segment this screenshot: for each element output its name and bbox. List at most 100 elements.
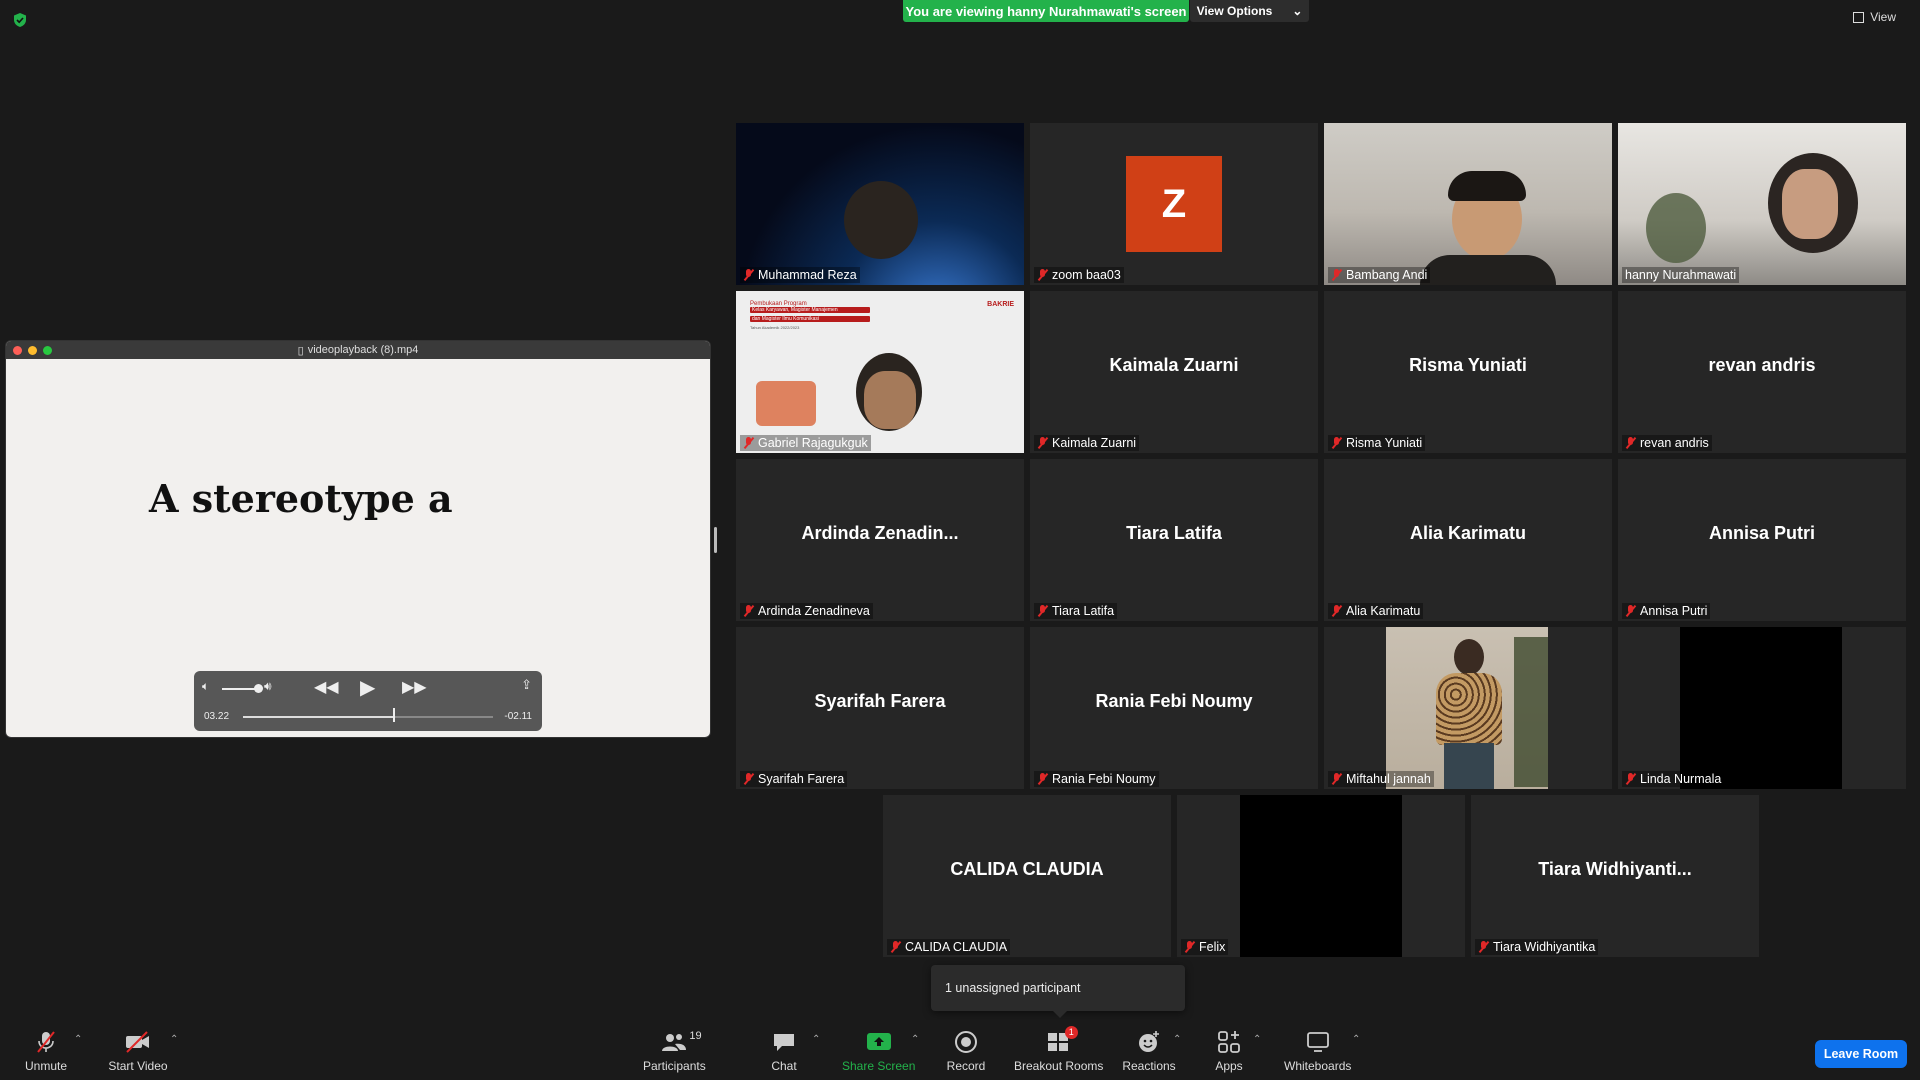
participant-name-label: Linda Nurmala [1622,771,1725,787]
start-video-button[interactable]: Start Video [108,1030,168,1073]
participants-count: 19 [689,1030,702,1042]
zoom-window-icon[interactable] [43,346,52,355]
whiteboards-options-caret-icon[interactable]: ⌃ [1352,1034,1360,1045]
apps-options-caret-icon[interactable]: ⌃ [1253,1034,1261,1045]
participant-tile[interactable]: Tiara Latifa Tiara Latifa [1030,459,1318,621]
record-icon [954,1030,978,1054]
participant-tile-active-speaker[interactable]: hanny Nurahmawati [1618,123,1906,285]
participant-tile[interactable]: Alia Karimatu Alia Karimatu [1324,459,1612,621]
participant-tile[interactable]: Felix [1177,795,1465,957]
player-titlebar[interactable]: ▯ videoplayback (8).mp4 [6,341,710,359]
unmute-label: Unmute [24,1059,68,1073]
minimize-window-icon[interactable] [28,346,37,355]
shared-video-player[interactable]: ▯ videoplayback (8).mp4 A stereotype a 🔈… [6,341,710,737]
apps-label: Apps [1215,1059,1243,1073]
close-window-icon[interactable] [13,346,22,355]
muted-mic-icon [1037,605,1048,617]
volume-knob[interactable] [254,684,263,693]
participant-tile[interactable]: revan andris revan andris [1618,291,1906,453]
view-layout-button[interactable]: View [1853,10,1896,24]
play-icon[interactable]: ▶ [360,675,375,700]
view-options-label: View Options [1196,4,1273,18]
participant-display-name: Annisa Putri [1708,523,1815,543]
video-options-caret-icon[interactable]: ⌃ [170,1034,178,1045]
participant-name-label: Tiara Latifa [1034,603,1118,619]
participant-display-name: Syarifah Farera [814,691,946,711]
grid-layout-icon [1853,11,1865,23]
participant-tile[interactable]: Linda Nurmala [1618,627,1906,789]
whiteboards-button[interactable]: Whiteboards [1284,1030,1351,1073]
participant-tile[interactable]: Bambang Andi [1324,123,1612,285]
panel-resize-handle[interactable] [714,527,717,553]
participant-tile[interactable]: Annisa Putri Annisa Putri [1618,459,1906,621]
start-video-label: Start Video [108,1059,168,1073]
leave-room-button[interactable]: Leave Room [1815,1040,1907,1068]
virtual-background-slide: Pembukaan Program Kelas Karyawan, Magist… [750,301,870,330]
viewing-screen-banner: You are viewing hanny Nurahmawati's scre… [903,0,1189,22]
share-screen-button[interactable]: Share Screen [842,1030,915,1073]
fast-forward-icon[interactable]: ▶▶ [402,677,427,697]
participant-tile[interactable]: CALIDA CLAUDIA CALIDA CLAUDIA [883,795,1171,957]
participant-tile[interactable]: Pembukaan Program Kelas Karyawan, Magist… [736,291,1024,453]
participant-display-name: Alia Karimatu [1409,523,1527,543]
unassigned-participant-tooltip[interactable]: 1 unassigned participant [931,965,1185,1018]
progress-playhead[interactable] [393,708,395,722]
participant-display-name: CALIDA CLAUDIA [950,859,1104,879]
unmute-button[interactable]: Unmute [16,1030,76,1073]
breakout-rooms-label: Breakout Rooms [1014,1059,1104,1073]
unassigned-participant-text: 1 unassigned participant [945,981,1081,995]
participant-figure [1454,639,1484,675]
reactions-smiley-icon [1137,1030,1161,1054]
reactions-button[interactable]: Reactions [1119,1030,1179,1073]
record-button[interactable]: Record [936,1030,996,1073]
volume-slider[interactable] [222,688,258,690]
share-options-caret-icon[interactable]: ⌃ [911,1034,919,1045]
participant-face [1782,169,1838,239]
participant-tile[interactable]: Syarifah Farera Syarifah Farera [736,627,1024,789]
participant-tile[interactable]: Kaimala Zuarni Kaimala Zuarni [1030,291,1318,453]
participant-tile[interactable]: Risma Yuniati Risma Yuniati [1324,291,1612,453]
participant-tile[interactable]: Ardinda Zenadin... Ardinda Zenadineva [736,459,1024,621]
muted-mic-icon [890,941,901,953]
progress-fill [243,716,393,718]
muted-mic-icon [1184,941,1195,953]
apps-button[interactable]: Apps [1199,1030,1259,1073]
breakout-rooms-badge: 1 [1064,1026,1078,1039]
participant-video [1680,627,1842,789]
participant-tile[interactable]: Tiara Widhiyanti... Tiara Widhiyantika [1471,795,1759,957]
participant-name-label: Felix [1181,939,1229,955]
volume-low-icon[interactable]: 🔈︎ [202,679,209,694]
volume-high-icon[interactable]: 🔊︎ [264,679,272,694]
muted-mic-icon [743,605,754,617]
muted-mic-icon [1331,605,1342,617]
bakrie-logo: BAKRIE [987,301,1014,308]
participant-name-label: zoom baa03 [1034,267,1124,283]
chat-button[interactable]: Chat [754,1030,814,1073]
breakout-rooms-button[interactable]: 1 Breakout Rooms [1014,1026,1104,1073]
participants-button[interactable]: 19 Participants [643,1030,706,1073]
audio-options-caret-icon[interactable]: ⌃ [74,1034,82,1045]
participant-figure [844,181,918,259]
participant-tile[interactable]: Miftahul jannah [1324,627,1612,789]
slide-line-3: dan Magister Ilmu Komunikasi [750,316,870,322]
participant-tile[interactable]: Z zoom baa03 [1030,123,1318,285]
participant-name-label: Annisa Putri [1622,603,1711,619]
muted-mic-icon [1037,773,1048,785]
progress-bar[interactable] [243,716,493,718]
chat-options-caret-icon[interactable]: ⌃ [812,1034,820,1045]
breakout-rooms-icon: 1 [1047,1026,1078,1054]
share-icon[interactable]: ⇪ [521,677,532,693]
muted-mic-icon [1037,437,1048,449]
security-shield-icon[interactable] [12,12,28,28]
participant-name-label: hanny Nurahmawati [1622,267,1740,283]
playback-controls[interactable]: 🔈︎ 🔊︎ ◀◀ ▶ ▶▶ ⇪ 03.22 -02.11 [194,671,542,731]
player-title: videoplayback (8).mp4 [307,344,419,356]
participant-tile[interactable]: Muhammad Reza [736,123,1024,285]
participant-tile[interactable]: Rania Febi Noumy Rania Febi Noumy [1030,627,1318,789]
reactions-options-caret-icon[interactable]: ⌃ [1173,1034,1181,1045]
participant-name-label: Rania Febi Noumy [1034,771,1159,787]
rewind-icon[interactable]: ◀◀ [314,677,339,697]
avatar: Z [1126,156,1222,252]
view-options-button[interactable]: View Options ⌄ [1190,0,1309,22]
file-icon: ▯ [297,344,304,357]
